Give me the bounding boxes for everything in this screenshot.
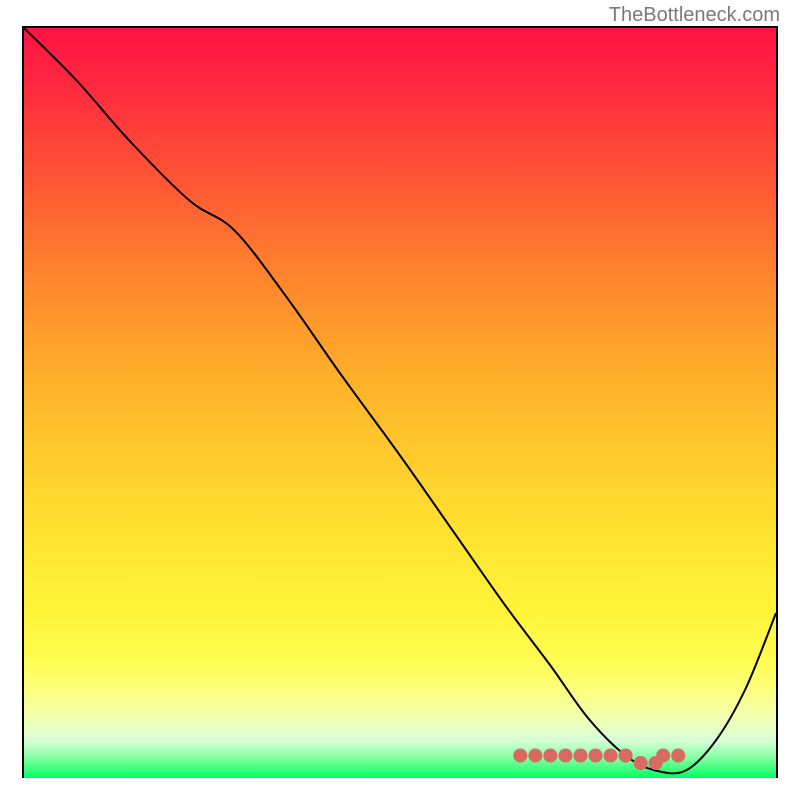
marker-dot	[619, 749, 633, 763]
marker-dot	[558, 749, 572, 763]
marker-dot	[656, 749, 670, 763]
marker-dot	[671, 749, 685, 763]
marker-dot	[573, 749, 587, 763]
marker-group	[513, 749, 685, 771]
marker-dot	[634, 756, 648, 770]
watermark-text: TheBottleneck.com	[609, 4, 780, 27]
marker-dot	[513, 749, 527, 763]
markers-svg	[24, 28, 776, 778]
marker-dot	[543, 749, 557, 763]
marker-dot	[604, 749, 618, 763]
marker-dot	[589, 749, 603, 763]
marker-dot	[528, 749, 542, 763]
